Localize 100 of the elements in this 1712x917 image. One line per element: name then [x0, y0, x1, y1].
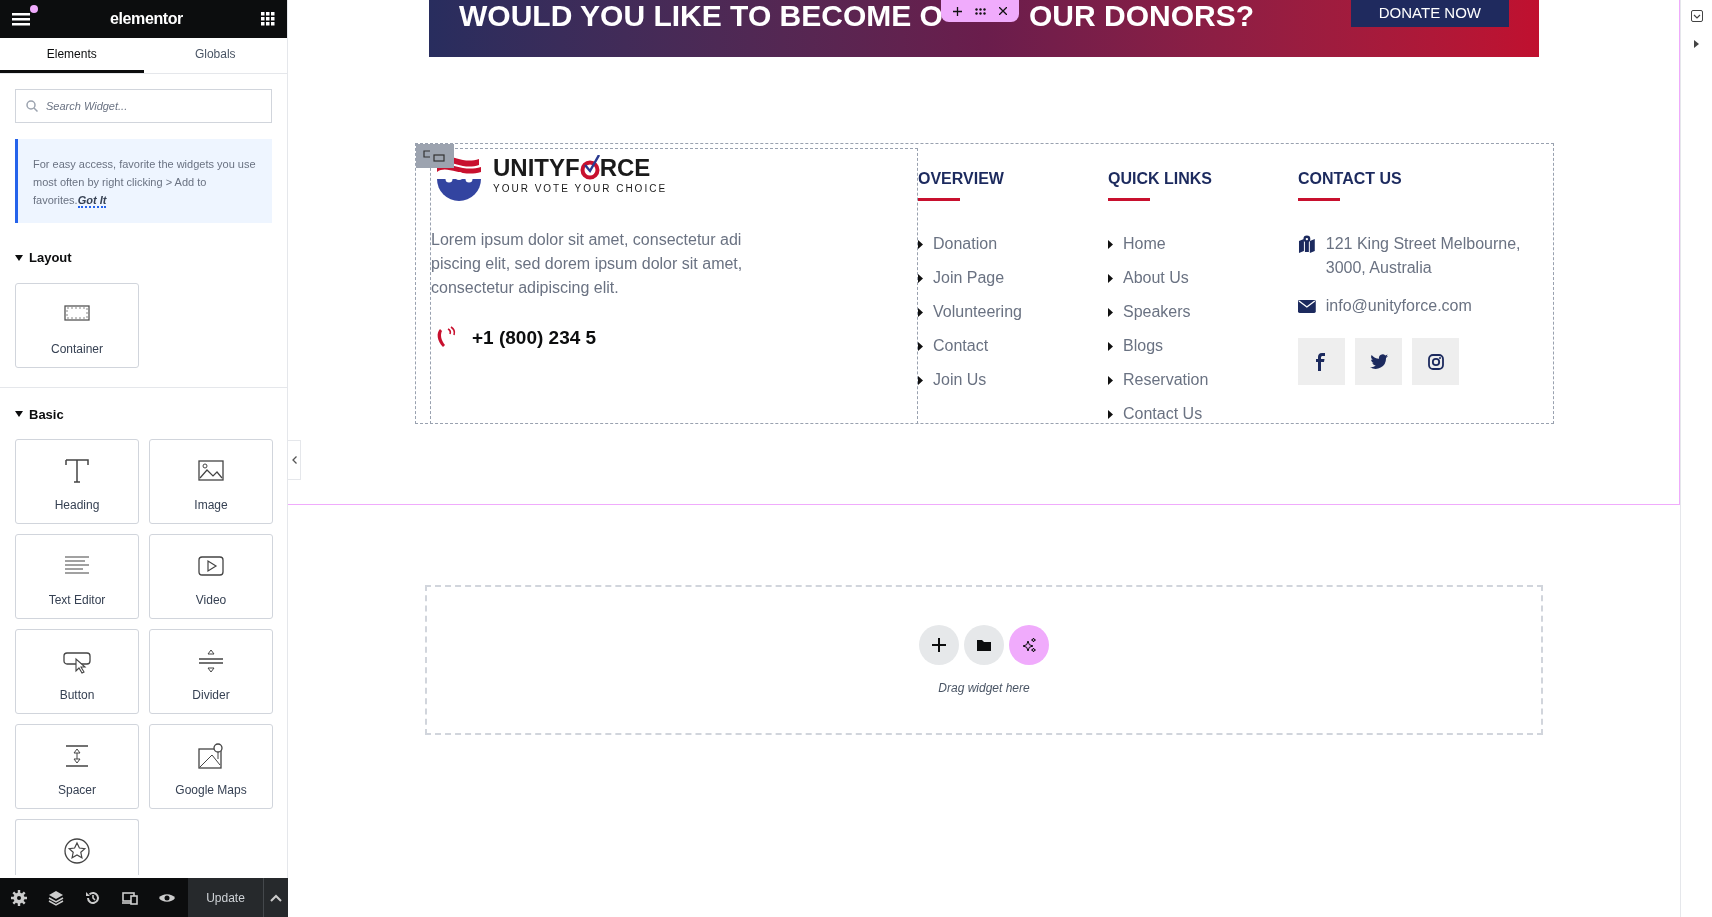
widget-card[interactable]	[15, 819, 139, 875]
update-button[interactable]: Update	[188, 878, 263, 917]
search-field[interactable]: Search Widget...	[15, 89, 272, 123]
footer-link[interactable]: Speakers	[1123, 300, 1191, 324]
layers-icon[interactable]	[48, 889, 64, 906]
checkmark-ring-icon	[579, 154, 600, 181]
phone-number: +1 (800) 234 5	[472, 326, 597, 350]
apps-grid-icon[interactable]	[261, 12, 275, 26]
widget-label: Divider	[192, 687, 230, 704]
ai-button[interactable]	[1009, 625, 1049, 665]
map-pin-icon	[196, 741, 226, 771]
widget-card[interactable]: Heading	[15, 439, 139, 524]
email-address: info@unityforce.com	[1325, 296, 1473, 316]
settings-icon[interactable]	[11, 889, 27, 906]
column-heading: CONTACT US	[1298, 169, 1403, 189]
history-icon[interactable]	[85, 889, 101, 906]
caret-right-icon	[1108, 273, 1113, 283]
container-handle[interactable]	[416, 144, 454, 168]
add-icon[interactable]	[953, 6, 963, 16]
caret-right-icon	[918, 341, 923, 351]
social-button[interactable]	[1298, 338, 1345, 385]
caret-right-icon	[918, 375, 923, 385]
instagram-icon	[1426, 352, 1445, 371]
menu-icon[interactable]	[12, 11, 32, 27]
widget-card[interactable]: Button	[15, 629, 139, 714]
widget-label: Google Maps	[175, 782, 247, 799]
template-library-button[interactable]	[964, 625, 1004, 665]
banner-heading: WOULD YOU LIKE TO BECOME O	[459, 0, 943, 32]
bird-icon	[1369, 352, 1388, 371]
collapse-toggle-icon[interactable]	[1690, 10, 1703, 22]
widget-label: Video	[195, 592, 227, 609]
folder-icon	[977, 638, 991, 652]
caret-right-icon	[1108, 341, 1113, 351]
caret-right-icon	[1108, 375, 1113, 385]
footer-link[interactable]: Donation	[933, 232, 998, 256]
caret-right-icon	[1108, 239, 1113, 249]
street-address: 121 King Street Melbourne, 3000, Australia	[1325, 234, 1522, 278]
about-text: Lorem ipsum dolor sit amet, consectetur adi piscing elit, sed dorem ipsum dolor sit amet, consectetur adipiscing elit.	[431, 230, 744, 298]
category-title[interactable]: Layout	[29, 248, 72, 268]
footer-link[interactable]: Contact	[933, 334, 989, 358]
app-logo: elementor	[110, 9, 183, 29]
widget-label: Text Editor	[48, 592, 106, 609]
brand-name: RCE	[599, 154, 651, 181]
caret-right-icon	[918, 307, 923, 317]
tip-text: For easy access, favorite the widgets you use most often by right clicking > Add to favorites.Got It	[33, 157, 257, 209]
panel-tab[interactable]: Globals	[143, 38, 287, 73]
footer-link[interactable]: Join Page	[933, 266, 1005, 290]
widget-label: Button	[59, 687, 95, 704]
caret-up-icon	[270, 893, 282, 902]
expand-button[interactable]	[263, 878, 288, 917]
caret-right-icon	[918, 273, 923, 283]
columns-icon	[423, 149, 447, 163]
widget-card[interactable]: Spacer	[15, 724, 139, 809]
widget-card[interactable]: Google Maps	[149, 724, 273, 809]
footer-link[interactable]: Volunteering	[933, 300, 1022, 324]
column-heading: OVERVIEW	[918, 169, 1005, 189]
letter-t-icon	[62, 456, 92, 486]
widget-card[interactable]: Text Editor	[15, 534, 139, 619]
close-icon[interactable]	[998, 7, 1007, 15]
social-button[interactable]	[1355, 338, 1402, 385]
caret-right-icon[interactable]	[1694, 40, 1699, 48]
donate-button[interactable]: DONATE NOW	[1350, 0, 1509, 27]
caret-right-icon	[1108, 409, 1113, 419]
widget-label: Heading	[54, 497, 100, 514]
widget-label: Spacer	[58, 782, 96, 799]
widget-card[interactable]: Container	[15, 282, 139, 368]
brand-name: UNITYF	[493, 154, 580, 181]
responsive-icon[interactable]	[122, 889, 138, 906]
brand-tagline: YOUR VOTE YOUR CHOICE	[493, 181, 668, 196]
widget-label: Container	[51, 340, 103, 358]
got-it-link[interactable]: Got It	[77, 194, 107, 208]
map-pin-icon	[1298, 235, 1316, 253]
widget-card[interactable]: Video	[149, 534, 273, 619]
social-button[interactable]	[1412, 338, 1459, 385]
caret-left-icon	[291, 456, 297, 464]
panel-tab[interactable]: Elements	[0, 38, 144, 73]
plus-icon	[932, 638, 946, 652]
sparkle-icon	[1022, 638, 1036, 652]
footer-link[interactable]: Contact Us	[1123, 402, 1203, 426]
search-icon	[26, 100, 38, 112]
drop-hint: Drag widget here	[938, 680, 1030, 697]
footer-link[interactable]: Reservation	[1123, 368, 1209, 392]
footer-link[interactable]: Join Us	[933, 368, 987, 392]
section-handle[interactable]	[941, 0, 1019, 22]
add-section-button[interactable]	[919, 625, 959, 665]
drag-handle-icon[interactable]	[975, 7, 986, 15]
footer-link[interactable]: About Us	[1123, 266, 1189, 290]
widget-card[interactable]: Divider	[149, 629, 273, 714]
widget-label: Image	[194, 497, 228, 514]
footer-link[interactable]: Blogs	[1123, 334, 1164, 358]
envelope-icon	[1298, 297, 1316, 315]
caret-icon[interactable]	[15, 411, 23, 418]
widget-card[interactable]: Image	[149, 439, 273, 524]
column-heading: QUICK LINKS	[1108, 169, 1213, 189]
caret-right-icon	[1108, 307, 1113, 317]
caret-icon[interactable]	[15, 254, 23, 261]
footer-link[interactable]: Home	[1123, 232, 1166, 256]
banner-heading: OUR DONORS?	[1029, 0, 1254, 32]
category-title[interactable]: Basic	[29, 404, 64, 424]
caret-right-icon	[918, 239, 923, 249]
